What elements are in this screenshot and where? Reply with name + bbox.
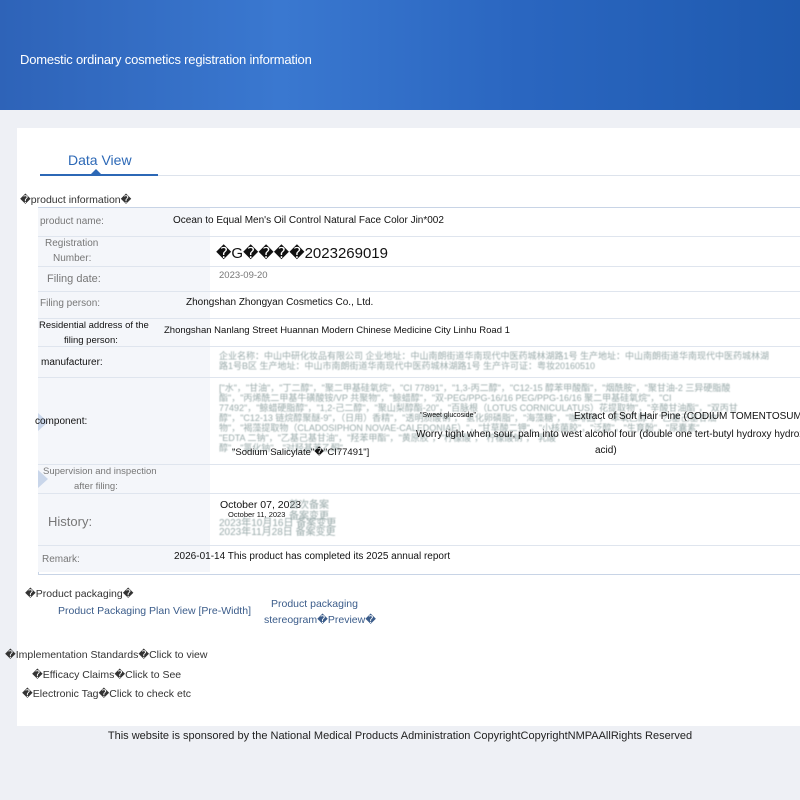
filing-person-value: Zhongshan Zhongyan Cosmetics Co., Ltd. xyxy=(186,297,374,308)
component-label: component: xyxy=(35,416,88,427)
residential-address-value: Zhongshan Nanlang Street Huannan Modern … xyxy=(164,325,510,336)
history-label: History: xyxy=(48,514,93,529)
remark-value: 2026-01-14 This product has completed it… xyxy=(174,551,451,562)
supervision-label-1: Supervision and inspection xyxy=(43,466,157,477)
section-product-packaging: �Product packaging� xyxy=(25,588,134,600)
manufacturer-value-line-2: 路1号B区 生产地址：中山市南朗街道华南现代中医药城林湖路1号 生产许可证：粤妆… xyxy=(219,361,596,371)
component-overlay-worry-2: acid) xyxy=(595,445,617,456)
remark-label: Remark: xyxy=(42,554,80,565)
tab-divider xyxy=(158,175,800,176)
row-divider xyxy=(38,266,800,267)
tab-data-view[interactable]: Data View xyxy=(68,152,132,168)
supervision-label-2: after filing: xyxy=(74,481,118,492)
product-name-label: product name: xyxy=(40,216,104,227)
row-divider xyxy=(38,236,800,237)
residential-address-label-2: filing person: xyxy=(64,335,118,346)
component-overlay-worry-1: Worry tight when sour, palm into west al… xyxy=(416,429,800,440)
packaging-stereogram-link-1[interactable]: Product packaging xyxy=(271,598,358,610)
history-entry-1-cn: 首次备案 xyxy=(289,500,329,511)
component-overlay-salicylate: "Sodium Salicylate"�"CI77491"] xyxy=(232,447,370,458)
row-divider xyxy=(38,318,800,319)
row-divider xyxy=(38,545,800,546)
implementation-standards-link[interactable]: �Implementation Standards�Click to view xyxy=(5,649,207,661)
efficacy-claims-link[interactable]: �Efficacy Claims�Click to See xyxy=(32,669,181,681)
tab-underline xyxy=(40,174,158,176)
header-banner: Domestic ordinary cosmetics registration… xyxy=(0,0,800,110)
row-divider xyxy=(38,493,800,494)
product-name-value: Ocean to Equal Men's Oil Control Natural… xyxy=(173,215,444,226)
registration-number-value: �G����2023269019 xyxy=(216,245,388,262)
history-entry-4-cn: 2023年11月28日 备案变更 xyxy=(219,527,336,538)
filing-person-label: Filing person: xyxy=(40,298,101,309)
filing-date-label: Filing date: xyxy=(47,273,101,285)
manufacturer-label: manufacturer: xyxy=(41,357,103,368)
registration-number-label-1: Registration xyxy=(45,238,99,249)
filing-date-value: 2023-09-20 xyxy=(219,270,268,281)
tab-caret-icon xyxy=(91,169,101,174)
page-title: Domestic ordinary cosmetics registration… xyxy=(20,52,312,67)
footer-text: This website is sponsored by the Nationa… xyxy=(107,730,693,742)
component-overlay-sweet: "Sweet glucoside" xyxy=(420,412,476,419)
row-divider xyxy=(38,291,800,292)
packaging-stereogram-link-2[interactable]: stereogram�Preview� xyxy=(264,614,376,626)
row-divider xyxy=(38,464,800,465)
packaging-plan-view-link[interactable]: Product Packaging Plan View [Pre-Width] xyxy=(58,605,251,617)
registration-number-label-2: Number: xyxy=(53,253,92,264)
residential-address-label-1: Residential address of the xyxy=(39,320,149,331)
row-divider xyxy=(38,346,800,347)
component-overlay-pine: Extract of Soft Hair Pine (CODIUM TOMENT… xyxy=(574,411,800,422)
electronic-tag-link[interactable]: �Electronic Tag�Click to check etc xyxy=(22,688,191,700)
section-product-information: �product information� xyxy=(20,194,132,206)
row-divider xyxy=(38,377,800,378)
